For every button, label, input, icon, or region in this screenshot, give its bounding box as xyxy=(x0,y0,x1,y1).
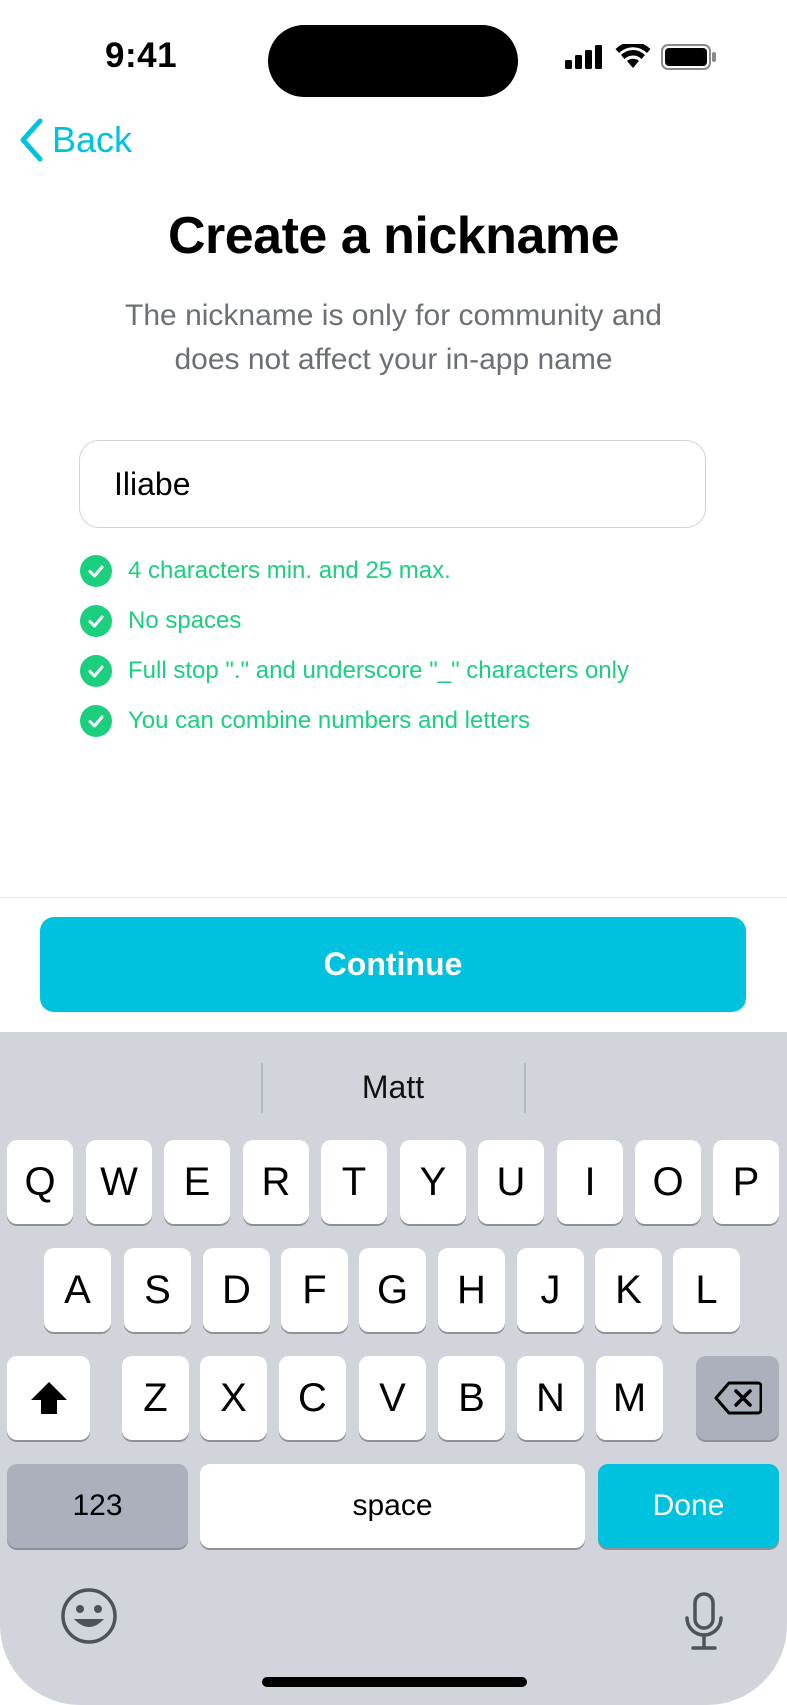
key-v[interactable]: V xyxy=(359,1356,426,1440)
page-subtitle: The nickname is only for community and d… xyxy=(125,299,662,376)
rule-text: 4 characters min. and 25 max. xyxy=(128,557,451,584)
key-n[interactable]: N xyxy=(517,1356,584,1440)
continue-button[interactable]: Continue xyxy=(40,917,746,1012)
key-u[interactable]: U xyxy=(478,1140,544,1224)
suggestion-bar: Matt xyxy=(0,1057,787,1117)
key-g[interactable]: G xyxy=(359,1248,426,1332)
key-m[interactable]: M xyxy=(596,1356,663,1440)
rule-text: You can combine numbers and letters xyxy=(128,707,531,734)
key-y[interactable]: Y xyxy=(400,1140,466,1224)
key-j[interactable]: J xyxy=(517,1248,584,1332)
dynamic-island xyxy=(268,25,518,97)
done-key[interactable]: Done xyxy=(598,1464,779,1548)
emoji-button[interactable] xyxy=(60,1587,118,1650)
key-w[interactable]: W xyxy=(86,1140,152,1224)
rule-item: You can combine numbers and letters xyxy=(80,696,629,746)
status-time: 9:41 xyxy=(105,36,178,75)
page-title: Create a nickname xyxy=(167,207,620,265)
key-r[interactable]: R xyxy=(243,1140,309,1224)
key-c[interactable]: C xyxy=(279,1356,346,1440)
key-e[interactable]: E xyxy=(164,1140,230,1224)
rule-text: No spaces xyxy=(128,607,242,634)
suggestion-item[interactable]: Matt xyxy=(262,1057,524,1117)
shift-icon xyxy=(30,1382,67,1414)
key-z[interactable]: Z xyxy=(122,1356,189,1440)
status-icons xyxy=(565,44,717,70)
key-q[interactable]: Q xyxy=(7,1140,73,1224)
battery-icon xyxy=(661,44,716,70)
wifi-icon xyxy=(615,44,651,68)
nickname-input[interactable] xyxy=(79,440,706,528)
create-nickname-screen: 9:41 Back Create a nickname The nickname… xyxy=(0,0,787,1705)
key-d[interactable]: D xyxy=(203,1248,270,1332)
key-h[interactable]: H xyxy=(438,1248,505,1332)
key-a[interactable]: A xyxy=(44,1248,111,1332)
key-x[interactable]: X xyxy=(200,1356,267,1440)
dictation-button[interactable] xyxy=(683,1592,725,1657)
rule-item: 4 characters min. and 25 max. xyxy=(80,546,629,596)
key-t[interactable]: T xyxy=(321,1140,387,1224)
rule-text: Full stop "." and underscore "_" charact… xyxy=(128,657,629,684)
back-button[interactable]: Back xyxy=(18,118,132,162)
backspace-icon xyxy=(714,1381,762,1415)
key-s[interactable]: S xyxy=(124,1248,191,1332)
key-i[interactable]: I xyxy=(557,1140,623,1224)
suggestion-separator xyxy=(524,1063,526,1113)
key-k[interactable]: K xyxy=(595,1248,662,1332)
check-circle-icon xyxy=(80,555,112,587)
shift-key[interactable] xyxy=(7,1356,90,1440)
keyboard: Matt Q W E R T Y U I O P A S D F G H J K… xyxy=(0,1032,787,1705)
home-indicator xyxy=(262,1677,527,1687)
microphone-icon xyxy=(685,1592,723,1650)
numbers-key[interactable]: 123 xyxy=(7,1464,188,1548)
key-f[interactable]: F xyxy=(281,1248,348,1332)
space-key[interactable]: space xyxy=(200,1464,585,1548)
chevron-left-icon xyxy=(20,118,43,162)
rule-item: Full stop "." and underscore "_" charact… xyxy=(80,646,629,696)
footer-divider xyxy=(0,897,787,898)
check-circle-icon xyxy=(80,655,112,687)
key-l[interactable]: L xyxy=(673,1248,740,1332)
delete-key[interactable] xyxy=(696,1356,779,1440)
key-b[interactable]: B xyxy=(438,1356,505,1440)
back-label: Back xyxy=(52,119,133,160)
key-p[interactable]: P xyxy=(713,1140,779,1224)
key-o[interactable]: O xyxy=(635,1140,701,1224)
check-circle-icon xyxy=(80,605,112,637)
check-circle-icon xyxy=(80,705,112,737)
emoji-icon xyxy=(61,1588,117,1644)
cellular-signal-icon xyxy=(565,45,602,69)
rule-item: No spaces xyxy=(80,596,629,646)
nickname-rules: 4 characters min. and 25 max. No spaces … xyxy=(80,546,629,746)
